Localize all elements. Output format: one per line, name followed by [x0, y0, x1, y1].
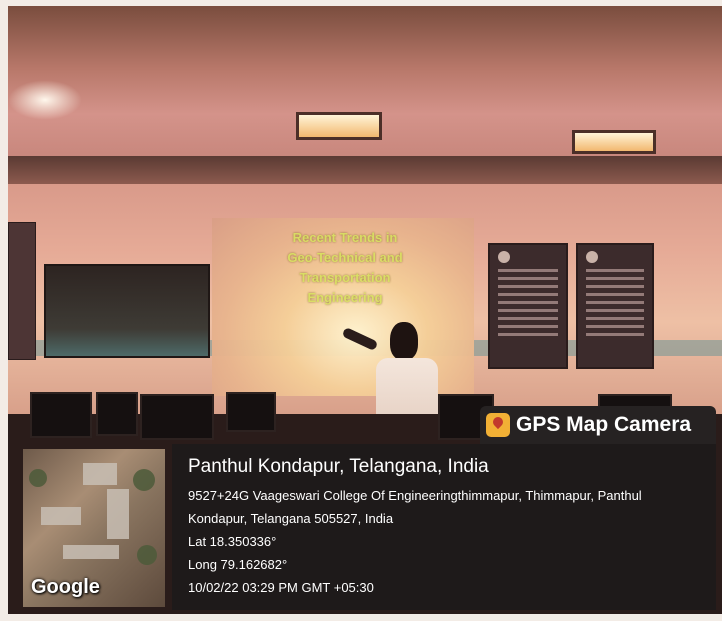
longitude-value: Long 79.162682° [188, 557, 288, 572]
light-glare [8, 80, 82, 120]
wall-poster [576, 243, 654, 369]
timestamp: 10/02/22 03:29 PM GMT +05:30 [188, 580, 374, 595]
address-line: Kondapur, Telangana 505527, India [188, 511, 394, 526]
ceiling-light [296, 112, 382, 140]
map-pin-icon [486, 413, 510, 437]
slide-title-line: Engineering [307, 290, 383, 305]
slide-title-line: Recent Trends in [292, 230, 398, 245]
side-notice-board [8, 222, 36, 360]
computer-monitor [30, 392, 92, 438]
slide-title: Recent Trends in Geo-Technical and Trans… [250, 228, 440, 308]
google-logo: Google [31, 576, 100, 598]
slide-title-line: Geo-Technical and [287, 250, 403, 265]
wall-poster [488, 243, 568, 369]
computer-monitor [226, 392, 276, 432]
latitude-value: Lat 18.350336° [188, 534, 277, 549]
ceiling-beam [8, 156, 722, 184]
gps-app-name: GPS Map Camera [516, 413, 692, 436]
ceiling-light [572, 130, 656, 154]
location-info-panel: Panthul Kondapur, Telangana, India 9527+… [172, 444, 716, 610]
wall-television [44, 264, 210, 358]
computer-monitor [96, 392, 138, 436]
satellite-map-thumbnail: Google [22, 448, 166, 608]
poster-emblem-icon [498, 251, 510, 263]
poster-emblem-icon [586, 251, 598, 263]
slide-title-line: Transportation [299, 270, 391, 285]
address-line: 9527+24G Vaageswari College Of Engineeri… [188, 488, 642, 503]
gps-app-badge: GPS Map Camera [480, 406, 716, 444]
location-title: Panthul Kondapur, Telangana, India [188, 456, 489, 477]
computer-monitor [140, 394, 214, 440]
